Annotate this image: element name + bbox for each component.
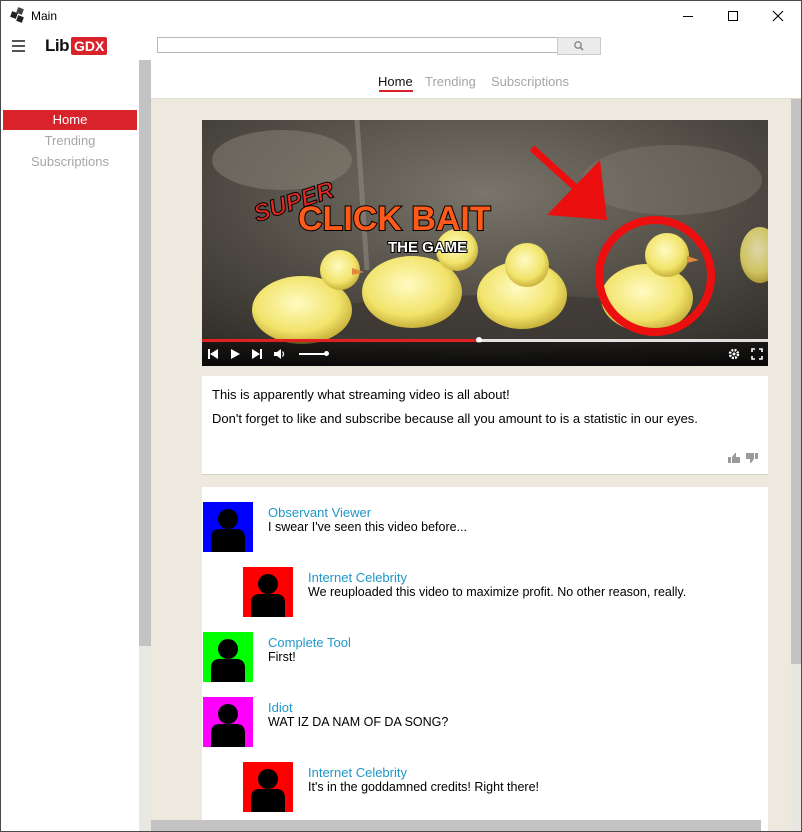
sidebar-scrollbar-thumb[interactable] xyxy=(139,60,151,646)
description-line-1: This is apparently what streaming video … xyxy=(212,387,510,402)
minimize-button[interactable] xyxy=(665,1,711,31)
avatar[interactable] xyxy=(203,632,253,682)
comment-author[interactable]: Idiot xyxy=(268,700,293,715)
tab-home[interactable]: Home xyxy=(378,74,413,89)
tab-subscriptions[interactable]: Subscriptions xyxy=(491,74,569,89)
comment-text: WAT IZ DA NAM OF DA SONG? xyxy=(268,715,449,729)
comment-text: It's in the goddamned credits! Right the… xyxy=(308,780,539,794)
search-input[interactable] xyxy=(157,37,559,53)
close-icon xyxy=(772,10,784,22)
user-silhouette-icon xyxy=(211,509,245,552)
video-player[interactable]: SUPER CLICK BAIT THE GAME xyxy=(202,120,768,366)
close-button[interactable] xyxy=(755,1,801,31)
comment-author[interactable]: Internet Celebrity xyxy=(308,570,407,585)
thumbs-down-icon[interactable] xyxy=(746,453,758,463)
search-button[interactable] xyxy=(557,37,601,55)
skip-forward-icon[interactable] xyxy=(251,348,263,360)
avatar[interactable] xyxy=(243,567,293,617)
sidebar-scrollbar[interactable] xyxy=(139,60,151,831)
settings-gear-icon[interactable] xyxy=(728,348,740,360)
comment: Complete Tool First! xyxy=(203,632,763,682)
sidebar-item-subscriptions[interactable]: Subscriptions xyxy=(3,152,137,172)
title-bar: Main xyxy=(1,1,801,31)
like-dislike-controls[interactable] xyxy=(728,452,758,464)
sidebar: Home Trending Subscriptions xyxy=(1,60,139,831)
user-silhouette-icon xyxy=(211,639,245,682)
fullscreen-icon[interactable] xyxy=(751,348,763,360)
volume-icon[interactable] xyxy=(274,348,286,360)
video-controls xyxy=(202,342,768,366)
logo-text-gdx: GDX xyxy=(71,37,108,55)
user-silhouette-icon xyxy=(251,574,285,617)
overlay-sub-text: THE GAME xyxy=(388,239,467,256)
minimize-icon xyxy=(683,16,693,17)
reply-comment: Internet Celebrity It's in the goddamned … xyxy=(243,762,763,812)
reply-comment: Internet Celebrity We reuploaded this vid… xyxy=(243,567,763,617)
comment-text: We reuploaded this video to maximize pro… xyxy=(308,585,687,599)
avatar[interactable] xyxy=(243,762,293,812)
description-line-2: Don't forget to like and subscribe becau… xyxy=(212,411,698,426)
logo-text-lib: Lib xyxy=(45,36,70,55)
avatar[interactable] xyxy=(203,502,253,552)
sidebar-item-home[interactable]: Home xyxy=(3,110,137,130)
comment-text: I swear I've seen this video before... xyxy=(268,520,468,534)
tab-bar: Home Trending Subscriptions xyxy=(151,60,801,99)
avatar[interactable] xyxy=(203,697,253,747)
libgdx-app-icon xyxy=(10,7,24,23)
tab-trending[interactable]: Trending xyxy=(425,74,476,89)
play-icon[interactable] xyxy=(229,348,241,360)
comment-author[interactable]: Internet Celebrity xyxy=(308,765,407,780)
main-scrollbar-thumb[interactable] xyxy=(791,99,801,664)
overlay-headline-text: CLICK BAIT xyxy=(298,200,491,238)
user-silhouette-icon xyxy=(211,704,245,747)
comment-author[interactable]: Observant Viewer xyxy=(268,505,371,520)
main-content: Home Trending Subscriptions SUPER CLICK … xyxy=(151,60,801,831)
menu-icon[interactable] xyxy=(12,40,25,52)
search-icon xyxy=(574,41,584,51)
video-thumbnail: SUPER CLICK BAIT THE GAME xyxy=(202,120,768,366)
comment: Observant Viewer I swear I've seen this v… xyxy=(203,502,763,552)
sidebar-item-trending[interactable]: Trending xyxy=(3,131,137,151)
comment-text: First! xyxy=(268,650,296,664)
thumbs-up-icon[interactable] xyxy=(728,453,740,463)
maximize-icon xyxy=(728,11,738,21)
horizontal-scrollbar-thumb[interactable] xyxy=(151,820,761,831)
user-silhouette-icon xyxy=(251,769,285,812)
volume-slider[interactable] xyxy=(299,353,327,355)
main-scrollbar[interactable] xyxy=(791,99,801,831)
skip-back-icon[interactable] xyxy=(207,348,219,360)
comment: Idiot WAT IZ DA NAM OF DA SONG? xyxy=(203,697,763,747)
libgdx-logo: Lib GDX xyxy=(45,34,108,58)
comment-author[interactable]: Complete Tool xyxy=(268,635,351,650)
window-title: Main xyxy=(31,9,58,23)
active-tab-indicator xyxy=(379,90,413,92)
maximize-button[interactable] xyxy=(710,1,756,31)
app-window: Main Lib GDX Home Trending Subscriptions xyxy=(0,0,802,832)
video-description: This is apparently what streaming video … xyxy=(202,376,768,475)
comments-list: Observant Viewer I swear I've seen this v… xyxy=(202,487,768,831)
volume-slider-handle[interactable] xyxy=(324,351,329,356)
